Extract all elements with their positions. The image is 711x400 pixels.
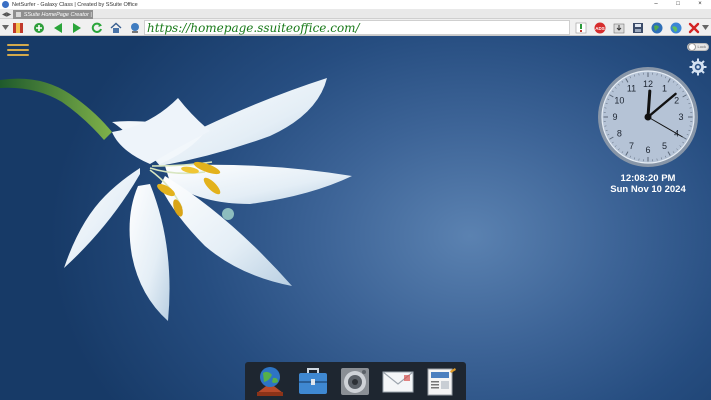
toggle-label: Lock	[697, 44, 706, 49]
info-icon[interactable]	[574, 21, 587, 34]
download-icon[interactable]	[612, 21, 625, 34]
clock-number: 7	[629, 141, 634, 151]
address-bar[interactable]: https://homepage.ssuiteoffice.com/	[144, 20, 570, 35]
browser-toolbar: https://homepage.ssuiteoffice.com/ ADS	[0, 19, 711, 36]
world-icon[interactable]	[650, 21, 663, 34]
clock-number: 2	[674, 96, 679, 106]
maximize-button[interactable]: □	[667, 0, 689, 9]
tab-homepage-creator[interactable]: SSuite HomePage Creator | C	[13, 10, 93, 19]
hamburger-menu-icon[interactable]	[7, 44, 29, 56]
desktop-area: Lock 121234567891011	[0, 36, 711, 400]
clock-number: 9	[612, 112, 617, 122]
save-icon[interactable]	[631, 21, 644, 34]
tab-label: SSuite HomePage Creator | C	[23, 11, 93, 18]
time-readout: 12:08:20 PM Sun Nov 10 2024	[596, 173, 700, 195]
clock-number: 1	[662, 84, 667, 94]
briefcase-icon[interactable]	[295, 364, 331, 398]
url-text: https://homepage.ssuiteoffice.com/	[147, 20, 360, 35]
app-dock	[245, 362, 466, 400]
clock-center	[644, 113, 652, 121]
tab-scroll-arrows[interactable]: ◀▶	[2, 11, 11, 18]
refresh-icon[interactable]	[90, 21, 103, 34]
world-icon[interactable]	[669, 21, 682, 34]
bookmark-book-icon[interactable]	[11, 21, 24, 34]
speaker-icon[interactable]	[337, 364, 373, 398]
minimize-button[interactable]: –	[645, 0, 667, 9]
overflow-dropdown-icon[interactable]	[701, 21, 710, 34]
clock-number: 8	[617, 129, 622, 139]
clock-number: 6	[645, 145, 650, 155]
clock-time-text: 12:08:20 PM	[620, 173, 676, 184]
toggle-knob	[688, 43, 696, 51]
globe-app-icon[interactable]	[252, 364, 288, 398]
adblock-label: ADS	[595, 25, 605, 30]
lock-toggle[interactable]: Lock	[687, 43, 709, 51]
clock-number: 12	[643, 79, 653, 89]
adblock-icon[interactable]: ADS	[593, 21, 606, 34]
tab-favicon-icon	[16, 12, 21, 17]
forward-arrow-icon[interactable]	[70, 21, 83, 34]
clock-date-text: Sun Nov 10 2024	[610, 184, 686, 195]
menu-dropdown-icon[interactable]	[1, 21, 10, 34]
clock-number: 11	[627, 84, 636, 94]
newspaper-icon[interactable]	[423, 364, 459, 398]
mail-envelope-icon[interactable]	[380, 364, 416, 398]
home-icon[interactable]	[109, 21, 122, 34]
title-bar: NetSurfer - Galaxy Class | Created by SS…	[0, 0, 711, 9]
window-controls: – □ ×	[645, 0, 711, 9]
new-tab-plus-icon[interactable]	[32, 21, 45, 34]
app-logo-icon	[2, 1, 9, 8]
window-title: NetSurfer - Galaxy Class | Created by SS…	[12, 1, 138, 8]
close-icon[interactable]	[687, 21, 700, 34]
back-arrow-icon[interactable]	[51, 21, 64, 34]
clock-number: 5	[662, 141, 667, 151]
hour-hand	[646, 89, 652, 119]
clock-number: 3	[678, 112, 683, 122]
clock-number: 10	[614, 96, 624, 106]
tab-strip: ◀▶ SSuite HomePage Creator | C	[0, 9, 711, 19]
analog-clock: 121234567891011	[598, 67, 698, 167]
close-window-button[interactable]: ×	[689, 0, 711, 9]
globe-search-icon[interactable]	[128, 21, 141, 34]
